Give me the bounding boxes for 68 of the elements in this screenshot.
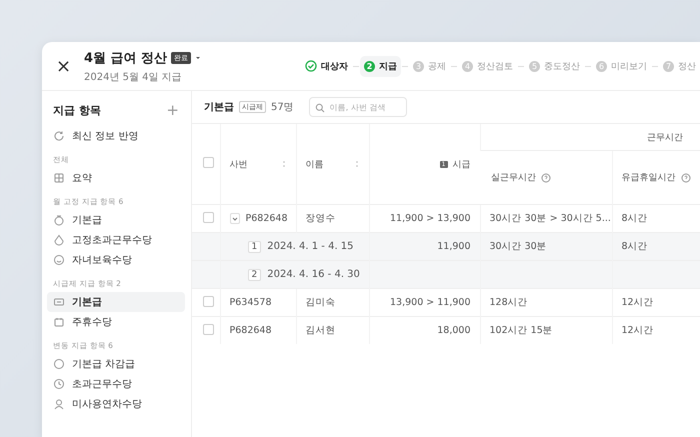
- search-field[interactable]: 이름, 사번 검색: [308, 97, 407, 117]
- column-header: 이름: [306, 158, 324, 170]
- table-cell: 18,000: [437, 325, 470, 336]
- clock-icon: [53, 378, 65, 390]
- table-cell: 8시간: [622, 241, 648, 252]
- table-cell: 11,900: [437, 241, 470, 252]
- sidebar-item[interactable]: 기본급 차감급: [47, 354, 185, 374]
- help-icon[interactable]: [541, 172, 551, 182]
- checkbox[interactable]: [203, 157, 214, 168]
- payment-date: 2024년 5월 4일 지급: [84, 70, 183, 84]
- table-cell: P682648: [246, 213, 288, 224]
- table-cell: 30시간 30분: [490, 241, 547, 252]
- sidebar-item[interactable]: 기본급: [47, 292, 185, 312]
- index-badge: 2: [248, 268, 262, 280]
- sidebar-item[interactable]: 자녀보육수당: [47, 250, 185, 270]
- column-header: 사번: [230, 158, 248, 170]
- sidebar-item[interactable]: 기본급: [47, 210, 185, 230]
- smile-icon: [53, 254, 65, 266]
- card-icon: [53, 296, 65, 308]
- sort-icon[interactable]: [354, 160, 360, 168]
- period-text: 2024. 4. 16 - 4. 30: [267, 269, 360, 280]
- table-cell: P682648: [230, 325, 272, 336]
- table-cell: 30시간 30분 > 30시간 5...: [490, 213, 611, 224]
- column-header: 유급휴일시간: [622, 172, 676, 184]
- step-tab[interactable]: 대상자: [301, 56, 352, 76]
- column-group-header: 근무시간: [647, 132, 683, 144]
- search-icon: [314, 103, 325, 113]
- checkbox[interactable]: [203, 296, 214, 306]
- table-cell: 12시간: [622, 325, 654, 336]
- period-text: 2024. 4. 1 - 4. 15: [267, 241, 354, 252]
- column-header: 실근무시간: [491, 172, 536, 184]
- person-icon: [53, 398, 65, 410]
- calendar-icon: [53, 316, 65, 328]
- table-cell: 102시간 15분: [490, 325, 553, 336]
- grid-icon: [53, 172, 65, 184]
- checkbox[interactable]: [203, 212, 214, 222]
- page-title: 4월 급여 정산: [84, 50, 168, 66]
- refresh-button[interactable]: 최신 정보 반영: [47, 126, 185, 146]
- table-cell: 11,900 > 13,900: [390, 213, 470, 224]
- checkbox[interactable]: [203, 324, 214, 334]
- employee-count: 57명: [271, 101, 294, 114]
- table-cell: 13,900 > 11,900: [390, 297, 470, 308]
- sidebar-item[interactable]: 초과근무수당: [47, 374, 185, 394]
- close-button[interactable]: ×: [56, 56, 70, 76]
- column-header: 시급: [452, 158, 470, 170]
- sidebar-item[interactable]: 미사용연차수당: [47, 394, 185, 414]
- table-title: 기본급: [204, 101, 234, 114]
- dropdown-icon[interactable]: [195, 54, 202, 60]
- table-cell: 8시간: [622, 213, 648, 224]
- table-cell: P634578: [230, 297, 272, 308]
- drop-icon: [53, 234, 65, 246]
- table-cell: 김미숙: [306, 297, 336, 308]
- table-cell: 128시간: [490, 297, 528, 308]
- help-icon[interactable]: [680, 172, 690, 182]
- sidebar-item[interactable]: 요약: [47, 168, 185, 188]
- step-tab[interactable]: 2 지급: [360, 56, 401, 76]
- circle-icon: [53, 358, 65, 370]
- sidebar-item[interactable]: 주휴수당: [47, 312, 185, 332]
- sidebar-item[interactable]: 고정초과근무수당: [47, 230, 185, 250]
- table-cell: 장영수: [306, 213, 336, 224]
- index-badge: 1: [248, 240, 262, 252]
- refresh-icon: [53, 130, 65, 142]
- sort-icon[interactable]: [280, 160, 286, 168]
- table-cell: 12시간: [622, 297, 654, 308]
- chevron-icon[interactable]: [230, 213, 240, 224]
- table-cell: 김서현: [306, 325, 336, 336]
- sidebar-title: 지급 항목: [53, 103, 101, 118]
- step-number: 2: [364, 60, 375, 72]
